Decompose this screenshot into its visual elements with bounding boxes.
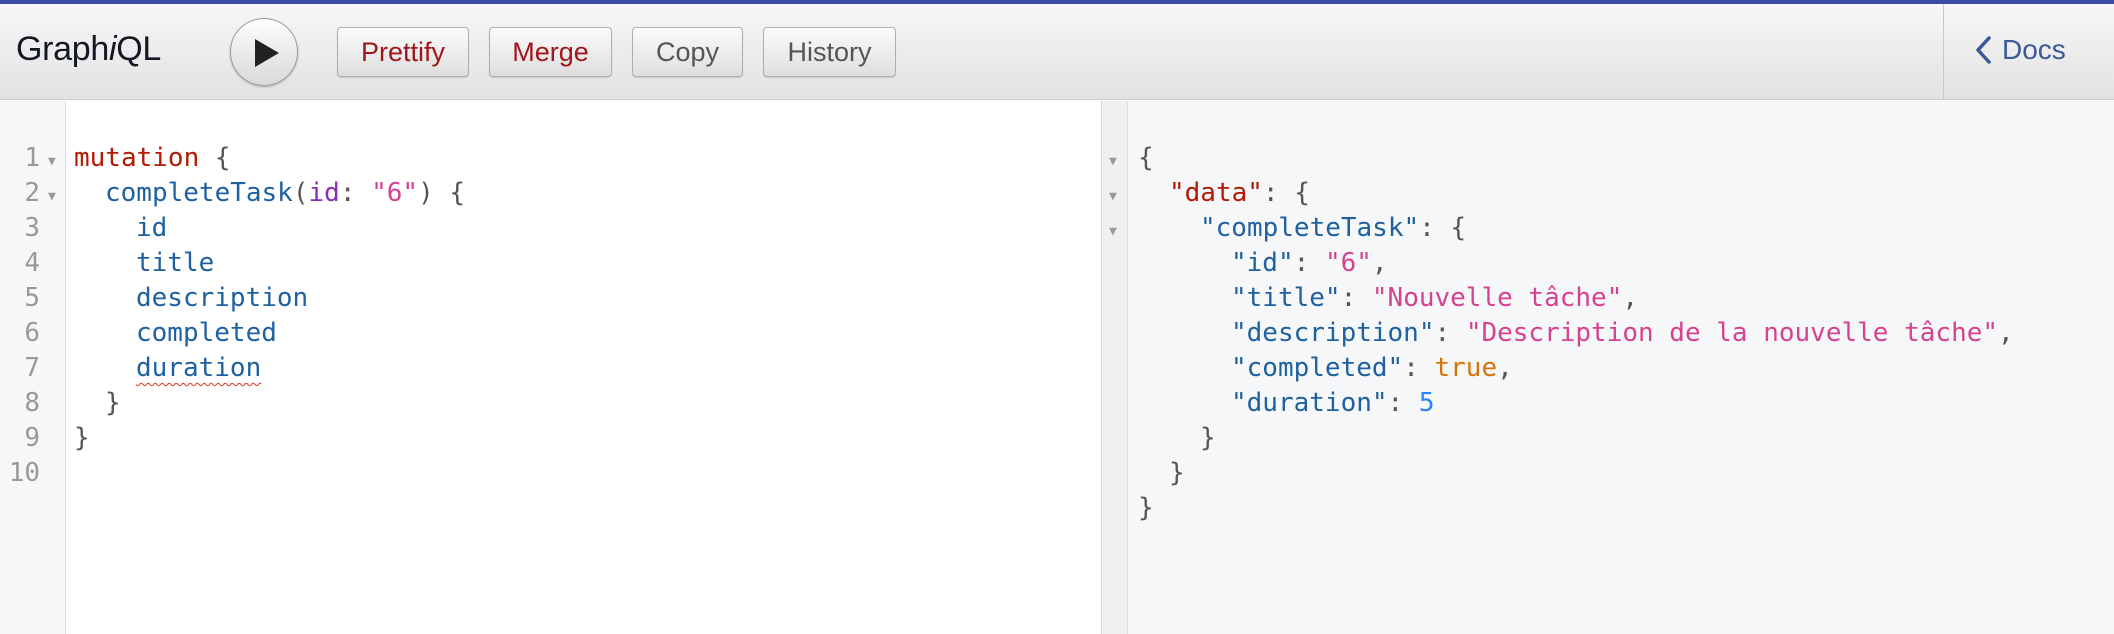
line-number: 6	[24, 318, 40, 348]
result-line: "description": "Description de la nouvel…	[1231, 318, 2014, 348]
code-line: }	[74, 423, 90, 453]
result-gutter: ▼ ▼ ▼	[1102, 101, 1128, 634]
prettify-button[interactable]: Prettify	[337, 27, 469, 77]
result-line: "duration": 5	[1231, 388, 1435, 418]
fold-arrow-icon[interactable]: ▼	[1109, 214, 1117, 249]
app-title: GraphiQL	[16, 30, 162, 68]
line-number: 1	[24, 143, 40, 173]
code-line: mutation {	[74, 143, 231, 173]
fold-arrow-icon[interactable]: ▼	[48, 144, 56, 179]
line-number: 7	[24, 353, 40, 383]
toolbar: GraphiQL Prettify Merge Copy History Doc…	[0, 4, 2114, 100]
fold-arrow-icon[interactable]: ▼	[48, 179, 56, 214]
query-editor[interactable]: mutation { completeTask(id: "6") { id ti…	[67, 101, 1101, 634]
result-line: "title": "Nouvelle tâche",	[1231, 283, 1638, 313]
execute-query-button[interactable]	[230, 18, 298, 86]
result-line: "completed": true,	[1231, 353, 1513, 383]
docs-button[interactable]: Docs	[1974, 34, 2066, 66]
result-line: "data": {	[1169, 178, 1310, 208]
code-line: completed	[136, 318, 277, 348]
line-number: 2	[24, 178, 40, 208]
result-line: {	[1138, 143, 1154, 173]
fold-arrow-icon[interactable]: ▼	[1109, 179, 1117, 214]
line-number: 9	[24, 423, 40, 453]
fold-arrow-icon[interactable]: ▼	[1109, 144, 1117, 179]
result-line: }	[1138, 493, 1154, 523]
chevron-left-icon	[1976, 36, 1991, 64]
docs-toggle-area: Docs	[1943, 4, 2114, 99]
result-line: }	[1200, 423, 1216, 453]
code-line: id	[136, 213, 168, 243]
code-line: completeTask(id: "6") {	[105, 178, 466, 208]
code-line: }	[105, 388, 121, 418]
copy-button[interactable]: Copy	[632, 27, 743, 77]
code-line: title	[136, 248, 215, 278]
line-number: 4	[24, 248, 40, 278]
line-number: 5	[24, 283, 40, 313]
play-icon	[255, 39, 279, 67]
result-line: "id": "6",	[1231, 248, 1388, 278]
line-number: 3	[24, 213, 40, 243]
merge-button[interactable]: Merge	[489, 27, 612, 77]
result-line: "completeTask": {	[1200, 213, 1467, 243]
result-viewer: { "data": { "completeTask": { "id": "6",…	[1128, 101, 2114, 634]
result-line: }	[1169, 458, 1185, 488]
line-number: 10	[8, 458, 40, 488]
docs-label: Docs	[2002, 34, 2066, 65]
query-editor-gutter: 1 ▼ 2 ▼ 3 4 5 6 7 8 9 10	[0, 101, 66, 634]
code-line: description	[136, 283, 309, 313]
line-number: 8	[24, 388, 40, 418]
history-button[interactable]: History	[763, 27, 896, 77]
code-line: duration	[136, 353, 262, 383]
